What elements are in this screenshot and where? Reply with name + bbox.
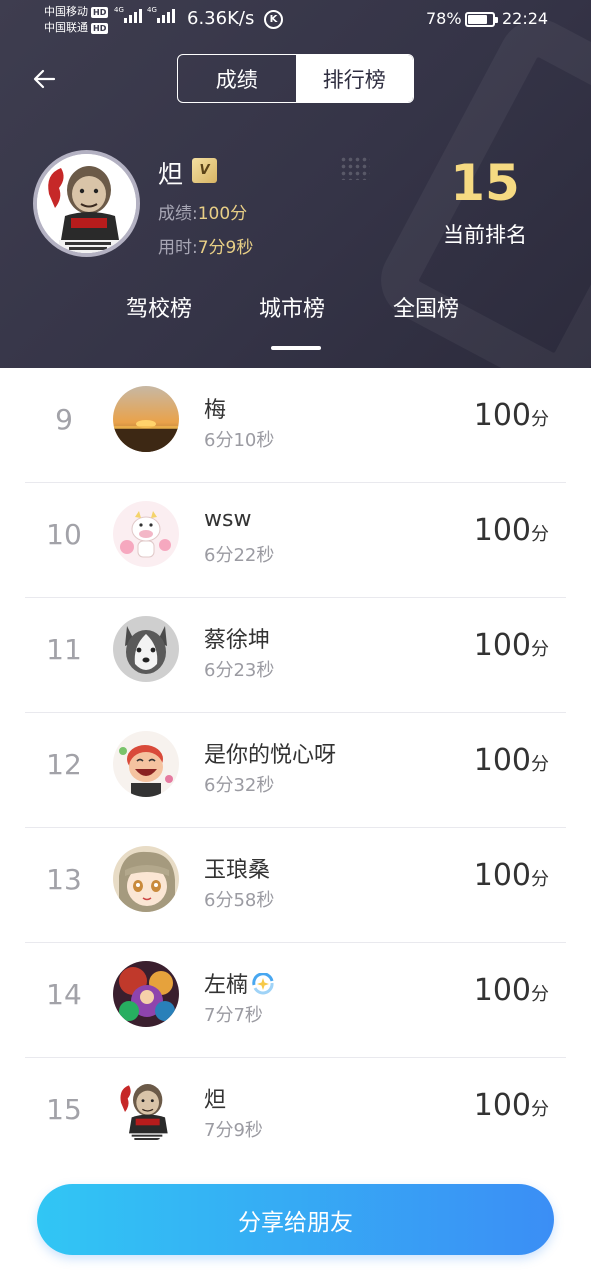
user-name: 炟 [158, 160, 184, 189]
current-rank-number: 15 [450, 154, 520, 212]
list-item[interactable]: 14 左楠 7分7秒 100分 [0, 943, 591, 1058]
clock: 22:24 [502, 9, 549, 28]
segmented-control: 成绩 排行榜 [177, 54, 414, 103]
list-item[interactable]: 9 梅 6分10秒 100分 [0, 368, 591, 483]
tab-driving-school[interactable]: 驾校榜 [126, 291, 192, 323]
signal-icons: 4G 4G [114, 6, 175, 23]
meme-avatar [113, 1076, 179, 1142]
user-name: 玉琅桑 [204, 858, 271, 883]
time-value: 7分9秒 [197, 238, 254, 258]
carrier-1: 中国移动 [44, 5, 88, 18]
time-label: 用时: [158, 238, 198, 258]
list-item[interactable]: 12 是你的悦心呀 6分32秒 100分 [0, 713, 591, 828]
score-stat: 成绩:100分 [158, 199, 247, 224]
time-used: 6分58秒 [204, 890, 275, 911]
status-bar: 中国移动 HD 中国联通 HD 4G 4G 6.36K/s K 78% 22:2… [0, 0, 591, 40]
user-name: wsw [204, 507, 252, 532]
tab-city[interactable]: 城市榜 [259, 291, 325, 323]
cartoon-laugh-avatar [113, 731, 179, 797]
tab-leaderboard[interactable]: 排行榜 [295, 55, 413, 102]
rank-number: 11 [46, 633, 82, 666]
anime-girl-avatar [113, 846, 179, 912]
back-button[interactable] [28, 62, 62, 96]
list-item[interactable]: 13 玉琅桑 6分58秒 100分 [0, 828, 591, 943]
user-name: 梅 [204, 398, 227, 423]
rank-number: 14 [46, 978, 82, 1011]
score: 100分 [473, 858, 549, 893]
battery-percent: 78% [426, 9, 462, 28]
time-stat: 用时:7分9秒 [158, 233, 253, 258]
user-name: 是你的悦心呀 [204, 743, 337, 768]
header: 中国移动 HD 中国联通 HD 4G 4G 6.36K/s K 78% 22:2… [0, 0, 591, 368]
k-icon: K [264, 10, 283, 29]
score: 100分 [473, 628, 549, 663]
list-item[interactable]: 15 炟 7分9秒 100分 [0, 1058, 591, 1173]
sunset-avatar [113, 386, 179, 452]
score-value: 100分 [197, 204, 248, 224]
signal-1-icon: 4G [114, 6, 142, 23]
rank-number: 9 [55, 403, 73, 436]
cartoon-cow-avatar [113, 501, 179, 567]
list-item[interactable]: 10 wsw 6分22秒 100分 [0, 483, 591, 598]
carrier-info: 中国移动 HD 中国联通 HD [44, 4, 109, 36]
colorful-art-avatar [113, 961, 179, 1027]
battery-icon [465, 12, 498, 27]
rank-number: 12 [46, 748, 82, 781]
husky-avatar [113, 616, 179, 682]
rank-number: 10 [46, 518, 82, 551]
user-name: 炟 [204, 1088, 227, 1113]
share-button[interactable]: 分享给朋友 [37, 1184, 554, 1255]
list-item[interactable]: 11 蔡徐坤 6分23秒 100分 [0, 598, 591, 713]
user-name: 蔡徐坤 [204, 628, 271, 653]
hd-badge: HD [91, 6, 109, 18]
time-used: 7分9秒 [204, 1120, 263, 1141]
time-used: 7分7秒 [204, 1005, 263, 1026]
active-tab-indicator [271, 346, 321, 350]
carrier-2: 中国联通 [44, 21, 88, 34]
decorative-dots [340, 156, 370, 180]
time-used: 6分32秒 [204, 775, 275, 796]
rank-number: 13 [46, 863, 82, 896]
score-label: 成绩: [158, 204, 198, 224]
sparkle-emoji-icon [252, 973, 274, 995]
network-speed: 6.36K/s [187, 8, 255, 29]
tab-score[interactable]: 成绩 [178, 55, 296, 102]
score: 100分 [473, 1088, 549, 1123]
time-used: 6分10秒 [204, 430, 275, 451]
score: 100分 [473, 743, 549, 778]
score: 100分 [473, 513, 549, 548]
hd-badge: HD [91, 22, 109, 34]
score: 100分 [473, 973, 549, 1008]
battery-fill [468, 15, 487, 24]
tab-national[interactable]: 全国榜 [393, 291, 459, 323]
time-used: 6分22秒 [204, 545, 275, 566]
leaderboard-list: 9 梅 6分10秒 100分 10 wsw 6分22秒 100分 11 蔡徐坤 … [0, 368, 591, 1173]
rank-number: 15 [46, 1093, 82, 1126]
user-avatar [33, 150, 140, 257]
current-rank-label: 当前排名 [443, 223, 527, 247]
user-name: 左楠 [204, 967, 276, 999]
time-used: 6分23秒 [204, 660, 275, 681]
signal-2-icon: 4G [147, 6, 175, 23]
score: 100分 [473, 398, 549, 433]
arrow-left-icon [33, 69, 56, 89]
vip-badge-icon: V [192, 158, 217, 183]
